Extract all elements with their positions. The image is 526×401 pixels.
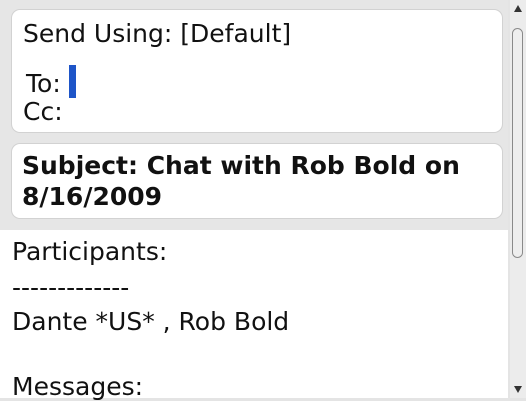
subject-card[interactable]: Subject: Chat with Rob Bold on 8/16/2009 <box>12 144 502 218</box>
messages-label: Messages: <box>12 372 144 401</box>
scroll-up-arrow-icon[interactable] <box>514 5 522 12</box>
compose-screen: Send Using: [Default] To: Cc: Subject: C… <box>0 0 508 401</box>
message-header-card: Send Using: [Default] To: Cc: <box>12 10 502 132</box>
vertical-scrollbar[interactable] <box>510 0 526 398</box>
text-cursor-icon <box>68 65 76 98</box>
send-using-row[interactable]: Send Using: [Default] <box>23 20 291 48</box>
to-row[interactable]: To: <box>26 65 76 98</box>
send-using-label: Send Using: <box>23 19 173 48</box>
cc-label: Cc: <box>23 97 63 126</box>
scroll-thumb[interactable] <box>512 28 523 258</box>
participants-value: Dante *US* , Rob Bold <box>12 307 290 336</box>
subject-field[interactable]: Subject: Chat with Rob Bold on 8/16/2009 <box>22 150 492 212</box>
separator-line: ------------- <box>12 273 130 302</box>
scroll-down-arrow-icon[interactable] <box>514 386 522 393</box>
to-label: To: <box>26 69 61 98</box>
send-using-value[interactable]: [Default] <box>180 19 291 48</box>
participants-label: Participants: <box>12 237 168 266</box>
cc-row[interactable]: Cc: <box>23 98 63 126</box>
message-body[interactable]: Participants: ------------- Dante *US* ,… <box>0 230 508 401</box>
